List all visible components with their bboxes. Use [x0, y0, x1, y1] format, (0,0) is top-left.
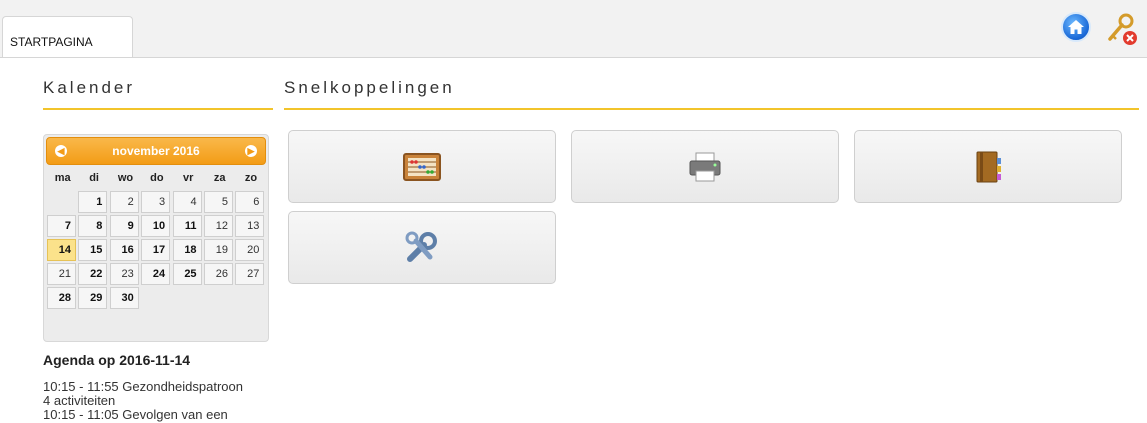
shortcuts-title: Snelkoppelingen: [284, 78, 455, 97]
calendar-day-10[interactable]: 10: [141, 215, 171, 237]
shortcut-tile-tools[interactable]: [288, 211, 556, 284]
calendar-day-18[interactable]: 18: [172, 239, 202, 261]
calendar-day-28[interactable]: 28: [47, 287, 76, 309]
calendar-weekdays: ma di wo do vr za zo: [47, 172, 267, 184]
home-icon[interactable]: [1061, 12, 1091, 42]
calendar-grid: 1 2 3 4 5 6 7 8 9 10 11 12 13 14 15 16 17 18 19 20 21 22 23 24 2…: [47, 191, 267, 309]
calendar-empty-cell: [235, 287, 264, 309]
calendar-day-1[interactable]: 1: [78, 191, 108, 213]
prev-month-icon[interactable]: ◀: [55, 145, 67, 157]
calendar-day-15[interactable]: 15: [78, 239, 108, 261]
agenda-entry: 10:15 - 11:05 Gevolgen van een: [43, 407, 228, 422]
calendar-day-8[interactable]: 8: [78, 215, 108, 237]
calendar-day-17[interactable]: 17: [141, 239, 171, 261]
calendar-day-3[interactable]: 3: [141, 191, 171, 213]
calendar-day-6[interactable]: 6: [235, 191, 265, 213]
main-content: Kalender Snelkoppelingen ◀ november 2016…: [0, 58, 1147, 423]
calendar-day-13[interactable]: 13: [235, 215, 265, 237]
calendar-day-11[interactable]: 11: [172, 215, 202, 237]
key-logout-icon[interactable]: [1105, 12, 1139, 46]
shortcut-tile-address-book[interactable]: [854, 130, 1122, 203]
weekday-di: di: [89, 172, 99, 184]
calendar-day-12[interactable]: 12: [203, 215, 233, 237]
calendar-day-27[interactable]: 27: [235, 263, 265, 285]
calendar-day-14[interactable]: 14: [47, 239, 76, 261]
weekday-ma: ma: [54, 172, 71, 184]
wrench-tools-icon: [405, 231, 437, 262]
agenda-entry[interactable]: 4 activiteiten: [43, 394, 243, 408]
calendar-day-23[interactable]: 23: [109, 263, 139, 285]
top-icons: [1061, 12, 1139, 46]
calendar-empty-cell: [204, 287, 233, 309]
calendar-day-26[interactable]: 26: [203, 263, 233, 285]
calendar-empty-cell: [141, 287, 170, 309]
calendar-day-29[interactable]: 29: [78, 287, 108, 309]
agenda-title: Agenda op 2016-11-14: [43, 352, 191, 368]
calendar-month-label: november 2016: [112, 144, 200, 158]
calendar-day-21[interactable]: 21: [47, 263, 76, 285]
weekday-vr: vr: [183, 172, 194, 184]
calendar-day-25[interactable]: 25: [172, 263, 202, 285]
weekday-wo: wo: [117, 172, 134, 184]
calendar-header: ◀ november 2016 ▶: [46, 137, 266, 165]
calendar-day-30[interactable]: 30: [109, 287, 139, 309]
address-book-icon: [976, 151, 1001, 182]
shortcuts-divider: [284, 108, 1139, 110]
top-bar: STARTPAGINA: [0, 0, 1147, 58]
weekday-za: za: [213, 172, 226, 184]
tab-startpagina[interactable]: STARTPAGINA: [2, 16, 133, 57]
calendar-day-9[interactable]: 9: [109, 215, 139, 237]
home-glyph: [1068, 20, 1084, 34]
next-month-icon[interactable]: ▶: [245, 145, 257, 157]
calendar-day-2[interactable]: 2: [109, 191, 139, 213]
calendar-day-5[interactable]: 5: [203, 191, 233, 213]
calendar-divider: [43, 108, 273, 110]
calendar-day-20[interactable]: 20: [235, 239, 265, 261]
agenda-list: 10:15 - 11:55 Gezondheidspatroon 4 activi…: [43, 380, 243, 422]
calendar-day-19[interactable]: 19: [203, 239, 233, 261]
calendar-day-16[interactable]: 16: [109, 239, 139, 261]
shortcut-tile-abacus[interactable]: [288, 130, 556, 203]
abacus-icon: [403, 152, 441, 181]
agenda-entry: 10:15 - 11:55 Gezondheidspatroon: [43, 379, 243, 394]
weekday-do: do: [150, 172, 164, 184]
calendar-day-7[interactable]: 7: [47, 215, 76, 237]
calendar-empty-cell: [173, 287, 202, 309]
calendar-empty-cell: [47, 191, 76, 213]
calendar-day-4[interactable]: 4: [172, 191, 202, 213]
calendar-widget: ◀ november 2016 ▶ ma di wo do vr za zo 1234567…: [43, 134, 269, 342]
calendar-day-24[interactable]: 24: [141, 263, 171, 285]
printer-icon: [689, 152, 721, 181]
calendar-day-22[interactable]: 22: [78, 263, 108, 285]
weekday-zo: zo: [244, 172, 258, 184]
calendar-title: Kalender: [43, 78, 136, 97]
shortcut-tile-printer[interactable]: [571, 130, 839, 203]
